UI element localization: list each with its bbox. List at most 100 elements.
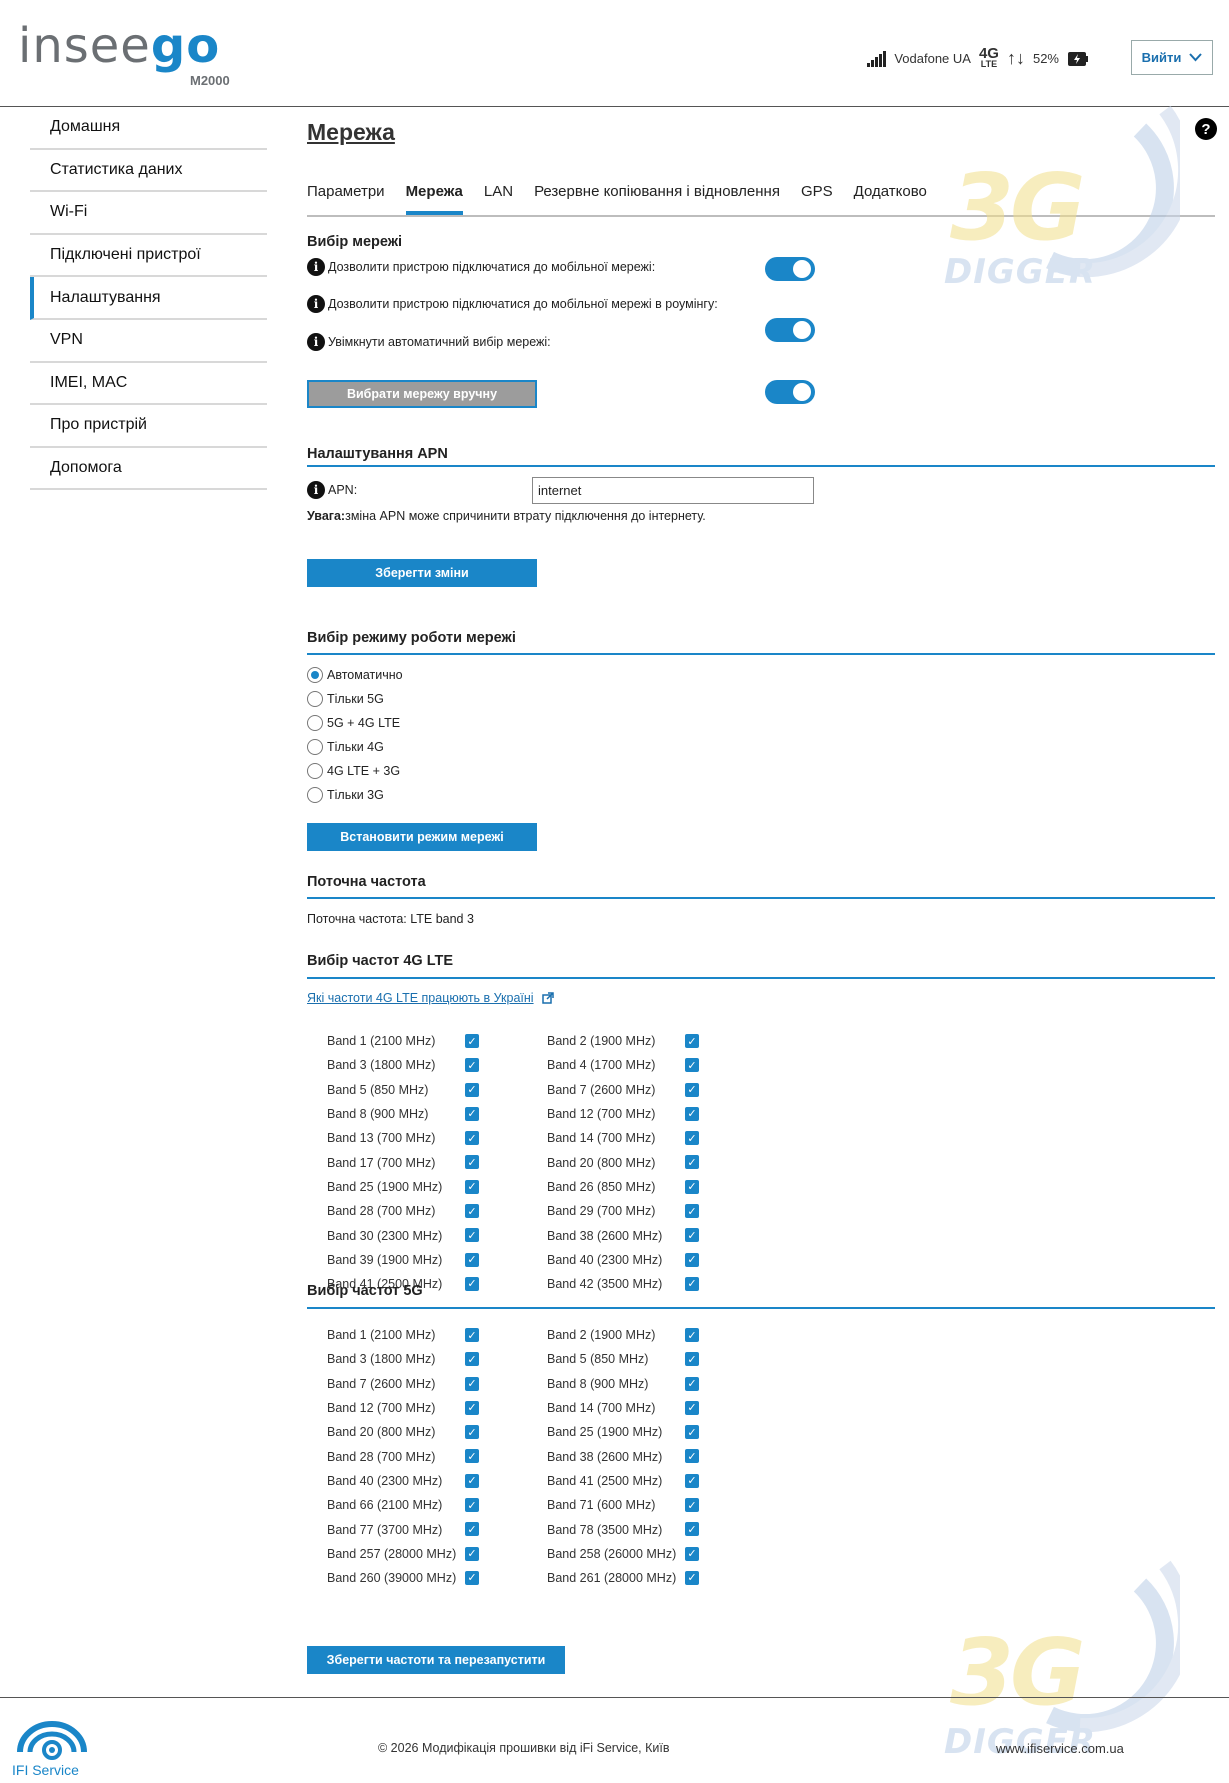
lte-band-checkbox[interactable]: ✓ (685, 1204, 699, 1219)
mobile-data-toggle[interactable] (765, 257, 815, 281)
sidebar-item-help[interactable]: Допомога (30, 448, 267, 491)
lte-band-checkbox[interactable]: ✓ (685, 1106, 699, 1121)
radio-button[interactable] (307, 739, 323, 755)
nr-band-checkbox[interactable]: ✓ (685, 1328, 699, 1342)
help-icon[interactable]: ? (1195, 118, 1217, 140)
lte-band-checkbox[interactable]: ✓ (465, 1082, 479, 1097)
nr-band-label: Band 257 (28000 MHz) (327, 1546, 457, 1561)
nr-band-checkbox[interactable]: ✓ (685, 1376, 699, 1391)
sidebar-item-about[interactable]: Про пристрій (30, 405, 267, 448)
lte-band-checkbox[interactable]: ✓ (685, 1276, 699, 1291)
lte-band-checkbox[interactable]: ✓ (465, 1155, 479, 1170)
manual-network-button[interactable]: Вибрати мережу вручну (307, 380, 537, 408)
lte-band-checkbox[interactable]: ✓ (685, 1228, 699, 1243)
lte-band-checkbox[interactable]: ✓ (465, 1058, 479, 1073)
lte-band-checkbox[interactable]: ✓ (465, 1179, 479, 1194)
nr-band-checkbox[interactable]: ✓ (465, 1498, 479, 1513)
lte-band-checkbox[interactable]: ✓ (465, 1276, 479, 1291)
lte-band-checkbox[interactable]: ✓ (685, 1179, 699, 1194)
lte-band-checkbox[interactable]: ✓ (465, 1131, 479, 1146)
external-link-icon[interactable] (541, 992, 554, 1004)
radio-button[interactable] (307, 667, 323, 683)
lte-band-checkbox[interactable]: ✓ (685, 1252, 699, 1267)
nr-band-checkbox[interactable]: ✓ (465, 1400, 479, 1415)
apn-section-title: Налаштування APN (307, 446, 448, 462)
nr-band-checkbox[interactable]: ✓ (685, 1400, 699, 1415)
nr-band-checkbox[interactable]: ✓ (685, 1425, 699, 1440)
mode-option-3g-only[interactable]: Тільки 3G (307, 783, 403, 807)
nr-band-checkbox[interactable]: ✓ (465, 1473, 479, 1488)
lte-band-label: Band 26 (850 MHz) (547, 1179, 656, 1194)
radio-button[interactable] (307, 691, 323, 707)
nr-band-checkbox[interactable]: ✓ (685, 1498, 699, 1513)
nr-band-label: Band 2 (1900 MHz) (547, 1328, 656, 1343)
auto-network-toggle[interactable] (765, 380, 815, 404)
lte-band-checkbox[interactable]: ✓ (465, 1204, 479, 1219)
nr-band-checkbox[interactable]: ✓ (465, 1570, 479, 1585)
mode-option-5g-only[interactable]: Тільки 5G (307, 687, 403, 711)
sidebar-item-settings[interactable]: Налаштування (30, 277, 267, 320)
lte-band-label: Band 20 (800 MHz) (547, 1155, 656, 1170)
info-icon[interactable]: i (307, 258, 325, 276)
radio-button[interactable] (307, 715, 323, 731)
lte-band-checkbox[interactable]: ✓ (465, 1228, 479, 1243)
sidebar-item-vpn[interactable]: VPN (30, 320, 267, 363)
sidebar-item-imei-mac[interactable]: IMEI, MAC (30, 363, 267, 406)
nr-band-checkbox[interactable]: ✓ (685, 1449, 699, 1464)
info-icon[interactable]: i (307, 481, 325, 499)
mode-option-5g-4g[interactable]: 5G + 4G LTE (307, 711, 403, 735)
mode-option-auto[interactable]: Автоматично (307, 663, 403, 687)
apn-input[interactable] (532, 477, 814, 504)
nr-band-checkbox[interactable]: ✓ (685, 1522, 699, 1537)
radio-button[interactable] (307, 787, 323, 803)
nr-band-checkbox[interactable]: ✓ (465, 1352, 479, 1367)
lte-info-link[interactable]: Які частоти 4G LTE працюють в Україні (307, 991, 534, 1005)
nr-band-checkbox[interactable]: ✓ (685, 1546, 699, 1561)
nr-band-checkbox[interactable]: ✓ (465, 1376, 479, 1391)
lte-band-label: Band 29 (700 MHz) (547, 1204, 656, 1219)
tab-network[interactable]: Мережа (405, 171, 463, 215)
battery-charging-icon (1067, 49, 1089, 69)
sidebar-item-connected-devices[interactable]: Підключені пристрої (30, 235, 267, 278)
lte-band-label: Band 42 (3500 MHz) (547, 1277, 663, 1292)
nr-band-checkbox[interactable]: ✓ (685, 1352, 699, 1367)
nr-band-checkbox[interactable]: ✓ (465, 1425, 479, 1440)
lte-band-checkbox[interactable]: ✓ (685, 1155, 699, 1170)
device-model: M2000 (190, 73, 230, 88)
info-icon[interactable]: i (307, 295, 325, 313)
logout-button[interactable]: Вийти (1131, 40, 1213, 75)
mode-option-4g-3g[interactable]: 4G LTE + 3G (307, 759, 403, 783)
lte-band-checkbox[interactable]: ✓ (465, 1252, 479, 1267)
tab-advanced[interactable]: Додатково (854, 171, 927, 215)
lte-band-checkbox[interactable]: ✓ (685, 1058, 699, 1073)
sidebar-item-data-stats[interactable]: Статистика даних (30, 150, 267, 193)
save-apn-button[interactable]: Зберегти зміни (307, 559, 537, 587)
lte-band-checkbox[interactable]: ✓ (685, 1082, 699, 1097)
footer-site-link[interactable]: www.ifiservice.com.ua (996, 1741, 1124, 1756)
chevron-down-icon (1189, 53, 1203, 62)
tab-lan[interactable]: LAN (484, 171, 513, 215)
radio-button[interactable] (307, 763, 323, 779)
tab-gps[interactable]: GPS (801, 171, 833, 215)
mode-option-4g-only[interactable]: Тільки 4G (307, 735, 403, 759)
save-bands-button[interactable]: Зберегти частоти та перезапустити (307, 1646, 565, 1674)
nr-band-checkbox[interactable]: ✓ (465, 1522, 479, 1537)
auto-network-row: i Увімкнути автоматичний вибір мережі: (307, 333, 551, 351)
nr-band-checkbox[interactable]: ✓ (465, 1449, 479, 1464)
nr-band-checkbox[interactable]: ✓ (685, 1570, 699, 1585)
nr-band-checkbox[interactable]: ✓ (685, 1473, 699, 1488)
sidebar-item-wifi[interactable]: Wi-Fi (30, 192, 267, 235)
nr-band-checkbox[interactable]: ✓ (465, 1328, 479, 1342)
tab-parameters[interactable]: Параметри (307, 171, 385, 215)
tab-backup-restore[interactable]: Резервне копіювання і відновлення (534, 171, 780, 215)
lte-band-checkbox[interactable]: ✓ (465, 1106, 479, 1121)
lte-band-checkbox[interactable]: ✓ (465, 1034, 479, 1048)
nr-band-checkbox[interactable]: ✓ (465, 1546, 479, 1561)
lte-band-checkbox[interactable]: ✓ (685, 1034, 699, 1048)
info-icon[interactable]: i (307, 333, 325, 351)
roaming-toggle[interactable] (765, 318, 815, 342)
lte-band-label: Band 8 (900 MHz) (327, 1107, 429, 1122)
lte-band-checkbox[interactable]: ✓ (685, 1131, 699, 1146)
sidebar-item-home[interactable]: Домашня (30, 107, 267, 150)
set-mode-button[interactable]: Встановити режим мережі (307, 823, 537, 851)
